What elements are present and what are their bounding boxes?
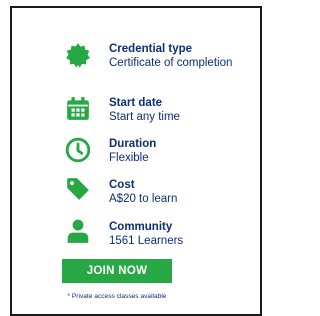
credential-type-label: Credential type (109, 43, 193, 55)
badge-icon (65, 42, 91, 68)
course-info-card: Credential type Certificate of completio… (10, 6, 262, 316)
clock-icon (65, 137, 91, 163)
start-date-label: Start date (109, 97, 163, 109)
community-text: Community 1561 Learners (109, 220, 249, 248)
cost-text: Cost A$20 to learn (109, 178, 249, 206)
credential-type-text: Credential type Certificate of completio… (109, 42, 249, 70)
start-date-text: Start date Start any time (109, 96, 249, 124)
duration-value: Flexible (109, 152, 149, 164)
cost-label: Cost (109, 179, 135, 191)
duration-text: Duration Flexible (109, 137, 249, 165)
community-label: Community (109, 221, 173, 233)
start-date-value: Start any time (109, 111, 180, 123)
community-value: 1561 Learners (109, 235, 184, 247)
join-now-button[interactable]: JOIN NOW (62, 259, 172, 283)
cost-value: A$20 to learn (109, 193, 178, 205)
calendar-icon (65, 96, 91, 122)
duration-label: Duration (109, 138, 157, 150)
tag-icon (65, 176, 91, 202)
person-icon (65, 218, 91, 244)
credential-type-value: Certificate of completion (109, 57, 233, 69)
private-access-note: * Private access classes available (67, 293, 167, 300)
